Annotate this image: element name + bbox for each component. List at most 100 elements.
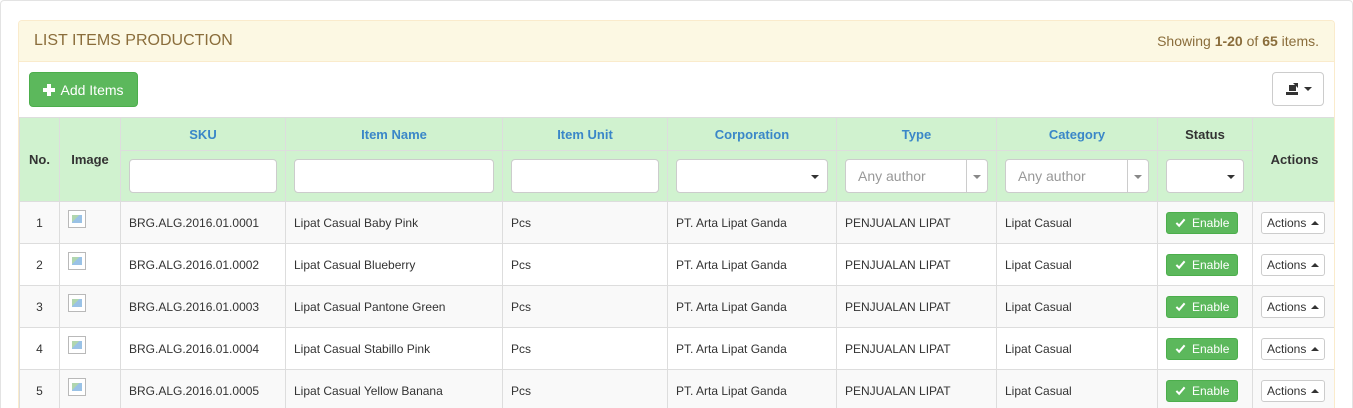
row-sku: BRG.ALG.2016.01.0005	[120, 369, 286, 408]
chevron-down-icon	[1304, 87, 1312, 91]
sku-filter-input[interactable]	[129, 159, 277, 193]
filter-row: Any author Any author	[20, 150, 1335, 202]
showing-prefix: Showing	[1157, 33, 1215, 49]
showing-total: 65	[1262, 33, 1278, 49]
row-corporation: PT. Arta Lipat Ganda	[667, 201, 837, 244]
corporation-filter-select[interactable]	[676, 159, 828, 193]
col-header-item-name[interactable]: Item Name	[285, 117, 503, 151]
actions-label: Actions	[1267, 299, 1307, 314]
row-number: 3	[19, 285, 60, 328]
check-icon	[1175, 260, 1186, 270]
row-actions-cell: Actions	[1252, 201, 1334, 244]
table-row: 5 BRG.ALG.2016.01.0005 Lipat Casual Yell…	[19, 369, 1334, 408]
add-items-button[interactable]: Add Items	[29, 72, 138, 107]
actions-dropdown-button[interactable]: Actions	[1261, 253, 1326, 276]
export-icon	[1286, 83, 1298, 95]
actions-dropdown-button[interactable]: Actions	[1261, 295, 1326, 318]
actions-label: Actions	[1267, 257, 1307, 272]
chevron-down-icon	[811, 175, 819, 179]
row-item-unit: Pcs	[502, 201, 668, 244]
chevron-up-icon	[1311, 262, 1320, 267]
header-row: No. Image SKU Item Name Item Unit Corpor…	[19, 117, 1334, 202]
col-header-corporation[interactable]: Corporation	[667, 117, 837, 151]
items-panel: LIST ITEMS PRODUCTION Showing 1-20 of 65…	[18, 20, 1335, 408]
row-item-unit: Pcs	[502, 243, 668, 286]
row-status-cell: Enable	[1157, 327, 1253, 370]
chevron-down-icon	[973, 175, 981, 179]
row-type: PENJUALAN LIPAT	[836, 285, 997, 328]
broken-image-icon	[68, 377, 86, 396]
row-status-cell: Enable	[1157, 243, 1253, 286]
select-divider	[966, 160, 967, 192]
row-category: Lipat Casual	[996, 201, 1158, 244]
status-enable-button[interactable]: Enable	[1166, 253, 1239, 276]
row-item-name: Lipat Casual Pantone Green	[285, 285, 503, 328]
item-unit-filter-input[interactable]	[511, 159, 659, 193]
row-type: PENJUALAN LIPAT	[836, 201, 997, 244]
row-item-name: Lipat Casual Stabillo Pink	[285, 327, 503, 370]
broken-image-icon	[68, 335, 86, 354]
col-header-category[interactable]: Category	[996, 117, 1158, 151]
chevron-up-icon	[1311, 304, 1320, 309]
col-header-sku[interactable]: SKU	[120, 117, 286, 151]
col-header-item-unit[interactable]: Item Unit	[502, 117, 668, 151]
row-image-cell	[59, 285, 121, 328]
row-status-cell: Enable	[1157, 201, 1253, 244]
row-corporation: PT. Arta Lipat Ganda	[667, 285, 837, 328]
actions-dropdown-button[interactable]: Actions	[1261, 337, 1326, 360]
row-image-cell	[59, 243, 121, 286]
actions-dropdown-button[interactable]: Actions	[1261, 211, 1326, 234]
chevron-down-icon	[1227, 175, 1235, 179]
row-item-name: Lipat Casual Blueberry	[285, 243, 503, 286]
row-sku: BRG.ALG.2016.01.0002	[120, 243, 286, 286]
row-item-name: Lipat Casual Baby Pink	[285, 201, 503, 244]
row-item-name: Lipat Casual Yellow Banana	[285, 369, 503, 408]
filter-cell-type: Any author	[836, 150, 997, 202]
check-icon	[1175, 302, 1186, 312]
status-enable-button[interactable]: Enable	[1166, 211, 1239, 234]
status-label: Enable	[1192, 215, 1230, 230]
table-body: 1 BRG.ALG.2016.01.0001 Lipat Casual Baby…	[19, 201, 1334, 408]
actions-dropdown-button[interactable]: Actions	[1261, 379, 1326, 402]
row-number: 5	[19, 369, 60, 408]
row-item-unit: Pcs	[502, 327, 668, 370]
row-sku: BRG.ALG.2016.01.0003	[120, 285, 286, 328]
toolbar: Add Items	[19, 62, 1334, 117]
filter-cell-status	[1157, 150, 1253, 202]
filter-cell-category: Any author	[996, 150, 1158, 202]
broken-image-icon	[68, 251, 86, 270]
status-enable-button[interactable]: Enable	[1166, 337, 1239, 360]
chevron-down-icon	[1134, 175, 1142, 179]
status-label: Enable	[1192, 383, 1230, 398]
row-sku: BRG.ALG.2016.01.0001	[120, 201, 286, 244]
row-actions-cell: Actions	[1252, 243, 1334, 286]
filter-cell-item-unit	[502, 150, 668, 202]
chevron-up-icon	[1311, 346, 1320, 351]
status-enable-button[interactable]: Enable	[1166, 379, 1239, 402]
table-row: 1 BRG.ALG.2016.01.0001 Lipat Casual Baby…	[19, 201, 1334, 244]
row-category: Lipat Casual	[996, 369, 1158, 408]
showing-suffix: items.	[1277, 33, 1319, 49]
type-filter-select[interactable]: Any author	[845, 159, 988, 193]
broken-image-icon	[68, 293, 86, 312]
category-filter-select[interactable]: Any author	[1005, 159, 1149, 193]
status-label: Enable	[1192, 257, 1230, 272]
panel-heading: LIST ITEMS PRODUCTION Showing 1-20 of 65…	[19, 21, 1334, 62]
items-table: No. Image SKU Item Name Item Unit Corpor…	[19, 117, 1335, 408]
col-header-type[interactable]: Type	[836, 117, 997, 151]
status-enable-button[interactable]: Enable	[1166, 295, 1239, 318]
actions-label: Actions	[1267, 215, 1307, 230]
broken-image-icon	[68, 209, 86, 228]
row-actions-cell: Actions	[1252, 369, 1334, 408]
status-filter-select[interactable]	[1166, 159, 1244, 193]
row-number: 4	[19, 327, 60, 370]
row-type: PENJUALAN LIPAT	[836, 327, 997, 370]
row-corporation: PT. Arta Lipat Ganda	[667, 369, 837, 408]
item-name-filter-input[interactable]	[294, 159, 494, 193]
status-label: Enable	[1192, 341, 1230, 356]
col-header-status: Status	[1157, 117, 1253, 151]
filter-cell-corporation	[667, 150, 837, 202]
row-corporation: PT. Arta Lipat Ganda	[667, 243, 837, 286]
export-dropdown-button[interactable]	[1272, 72, 1324, 106]
row-category: Lipat Casual	[996, 285, 1158, 328]
